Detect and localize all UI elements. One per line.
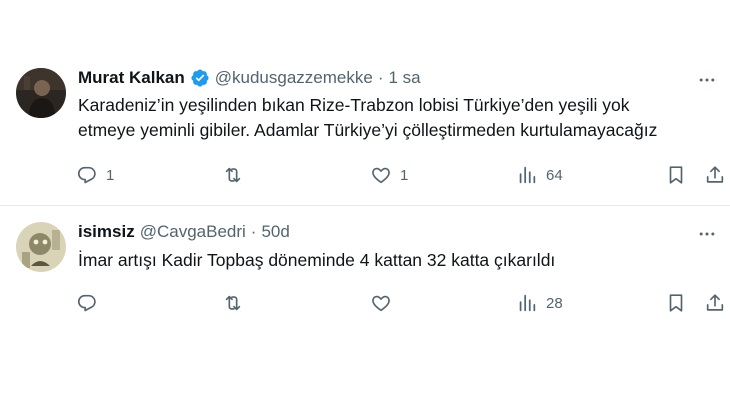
timestamp[interactable]: 1 sa — [388, 68, 420, 88]
view-count: 28 — [546, 294, 563, 312]
views-icon — [519, 166, 536, 184]
avatar[interactable] — [16, 222, 66, 272]
like-icon — [372, 167, 390, 184]
verified-badge-icon — [190, 68, 210, 88]
tweet-actions: 1 1 64 — [0, 160, 730, 190]
author-name[interactable]: Murat Kalkan — [78, 68, 185, 88]
retweet-button[interactable] — [222, 160, 252, 190]
tweet-text: Karadeniz’in yeşilinden bıkan Rize-Trabz… — [78, 93, 714, 143]
tweet-divider — [0, 205, 730, 206]
like-count: 1 — [400, 166, 409, 184]
retweet-icon — [225, 295, 241, 311]
views-button[interactable]: 64 — [516, 160, 563, 190]
tweet-actions: 28 — [0, 288, 730, 318]
retweet-icon — [225, 167, 241, 183]
share-icon — [706, 294, 724, 311]
reply-icon — [77, 166, 96, 184]
like-button[interactable] — [370, 288, 400, 318]
bookmark-button[interactable] — [665, 288, 687, 318]
avatar-photo — [16, 68, 66, 118]
view-count: 64 — [546, 166, 563, 184]
share-button[interactable] — [704, 160, 726, 190]
like-button[interactable]: 1 — [370, 160, 408, 190]
tweet-text-line: Karadeniz’in yeşilinden bıkan Rize-Trabz… — [78, 95, 630, 115]
avatar-photo — [16, 222, 66, 272]
tweet[interactable]: isimsiz @CavgaBedri · 50d İmar artışı Ka… — [0, 208, 730, 328]
reply-button[interactable]: 1 — [76, 160, 114, 190]
tweet-feed: Murat Kalkan @kudusgazzemekke · 1 sa Kar… — [0, 0, 730, 420]
tweet-header: isimsiz @CavgaBedri · 50d — [78, 220, 670, 244]
tweet-text-line: İmar artışı Kadir Topbaş döneminde 4 kat… — [78, 250, 556, 270]
author-handle[interactable]: @kudusgazzemekke — [215, 68, 373, 88]
tweet[interactable]: Murat Kalkan @kudusgazzemekke · 1 sa Kar… — [0, 52, 730, 202]
more-icon[interactable] — [696, 69, 718, 91]
bookmark-button[interactable] — [665, 160, 687, 190]
reply-count: 1 — [106, 166, 115, 184]
tweet-text: İmar artışı Kadir Topbaş döneminde 4 kat… — [78, 248, 714, 273]
author-name[interactable]: isimsiz — [78, 222, 135, 242]
like-icon — [372, 295, 390, 312]
bookmark-icon — [669, 294, 683, 312]
tweet-header: Murat Kalkan @kudusgazzemekke · 1 sa — [78, 66, 670, 90]
reply-icon — [77, 294, 96, 312]
views-button[interactable]: 28 — [516, 288, 563, 318]
avatar[interactable] — [16, 68, 66, 118]
bookmark-icon — [669, 166, 683, 184]
author-handle[interactable]: @CavgaBedri — [140, 222, 246, 242]
separator-dot: · — [250, 222, 257, 241]
reply-button[interactable] — [76, 288, 106, 318]
share-button[interactable] — [704, 288, 726, 318]
tweet-text-line: etmeye yeminli gibiler. Adamlar Türkiye’… — [78, 120, 658, 140]
retweet-button[interactable] — [222, 288, 252, 318]
separator-dot: · — [377, 68, 384, 87]
views-icon — [519, 294, 536, 312]
more-icon[interactable] — [696, 223, 718, 245]
share-icon — [706, 166, 724, 183]
timestamp[interactable]: 50d — [261, 222, 289, 242]
